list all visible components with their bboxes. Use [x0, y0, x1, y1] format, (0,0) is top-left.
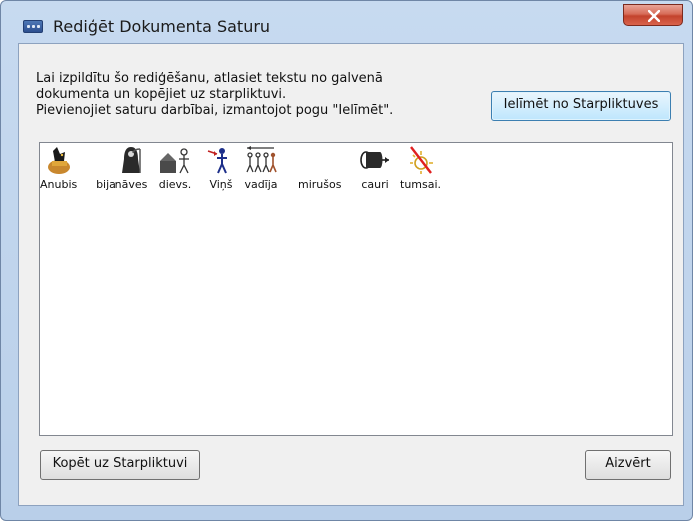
he-icon	[204, 145, 238, 175]
close-window-button[interactable]	[623, 4, 683, 26]
copy-to-clipboard-button[interactable]: Kopēt uz Starpliktuvi	[40, 450, 200, 480]
dialog-window: Rediģēt Dokumenta Saturu Lai izpildītu š…	[0, 0, 693, 521]
instruction-line: dokumenta un kopējiet uz starpliktuvi.	[36, 87, 287, 102]
paste-from-clipboard-button[interactable]: Ielīmēt no Starpliktuves	[491, 91, 671, 121]
darkness-icon	[404, 145, 438, 175]
symbol-word: bija	[96, 178, 116, 191]
symbol-item[interactable]: Viņš	[204, 145, 238, 191]
symbol-item[interactable]: mirušos	[298, 145, 341, 191]
symbol-word: tumsai.	[400, 178, 442, 191]
close-icon	[648, 10, 660, 22]
symbol-word: dievs.	[158, 178, 192, 191]
symbol-item[interactable]: nāves	[114, 145, 148, 191]
symbol-content-area[interactable]: Anubis bija nāves dievs. Viņš vadīja mir…	[39, 142, 673, 436]
symbol-word: nāves	[114, 178, 148, 191]
symbol-word: Viņš	[209, 178, 233, 191]
symbol-item[interactable]: vadīja	[244, 145, 278, 191]
symbol-word: Anubis	[40, 178, 78, 191]
death-icon	[114, 145, 148, 175]
app-icon	[23, 20, 43, 33]
lead-icon	[244, 145, 278, 175]
blank-icon	[303, 145, 337, 175]
title-bar[interactable]: Rediģēt Dokumenta Saturu	[1, 1, 692, 43]
dialog-body: Lai izpildītu šo rediģēšanu, atlasiet te…	[18, 43, 684, 506]
instructions-text: Lai izpildītu šo rediģēšanu, atlasiet te…	[36, 71, 476, 119]
god-icon	[158, 145, 192, 175]
through-icon	[358, 145, 392, 175]
window-title: Rediģēt Dokumenta Saturu	[53, 17, 271, 36]
symbol-item[interactable]: Anubis	[40, 145, 77, 191]
symbol-word: mirušos	[298, 178, 342, 191]
symbol-word: cauri	[361, 178, 389, 191]
symbol-item[interactable]: dievs.	[158, 145, 192, 191]
anubis-icon	[42, 145, 76, 175]
instruction-line: Pievienojiet saturu darbībai, izmantojot…	[36, 103, 394, 118]
symbol-word: vadīja	[244, 178, 278, 191]
symbol-item[interactable]: tumsai.	[400, 145, 441, 191]
instruction-line: Lai izpildītu šo rediģēšanu, atlasiet te…	[36, 71, 383, 86]
close-button[interactable]: Aizvērt	[585, 450, 671, 480]
symbol-item[interactable]: cauri	[358, 145, 392, 191]
